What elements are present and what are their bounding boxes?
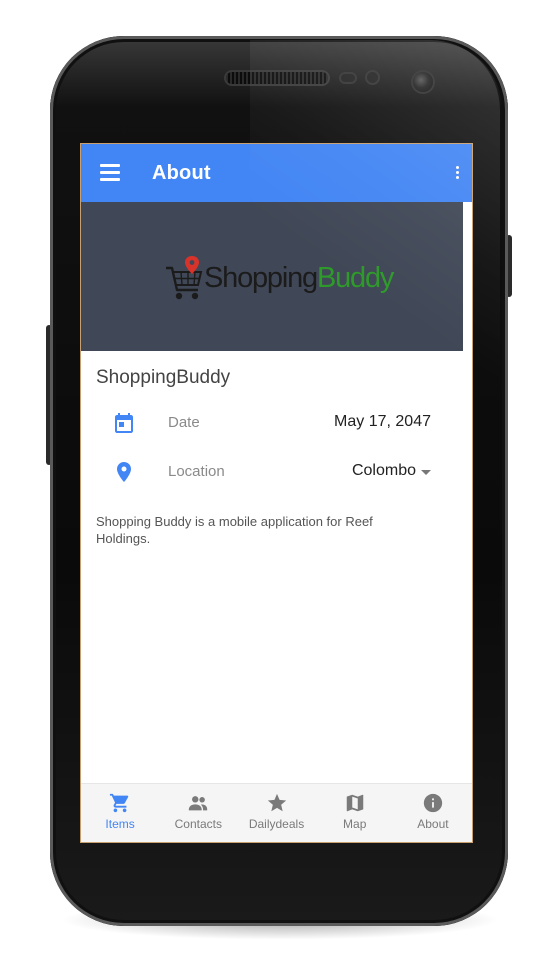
nav-label: Dailydeals xyxy=(248,817,305,831)
nav-label: About xyxy=(417,817,449,831)
nav-item-items[interactable]: Items xyxy=(81,784,159,842)
more-vert-icon[interactable] xyxy=(456,166,460,180)
item-description: Shopping Buddy is a mobile application f… xyxy=(96,514,373,546)
nav-label: Contacts xyxy=(174,817,222,831)
calendar-icon xyxy=(115,413,133,433)
bottom-navigation: Items Contacts Dailydeals Map About xyxy=(81,783,472,842)
location-row: Location Colombo xyxy=(81,457,472,487)
nav-item-about[interactable]: About xyxy=(394,784,472,842)
date-value[interactable]: May 17, 2047 xyxy=(334,413,431,431)
earpiece-speaker xyxy=(226,72,328,84)
nav-item-contacts[interactable]: Contacts xyxy=(159,784,237,842)
info-icon xyxy=(423,793,443,813)
logo-word-shopping: Shopping xyxy=(204,262,318,294)
proximity-sensor xyxy=(341,74,355,82)
light-sensor xyxy=(367,72,378,83)
app-screen: About ShoppingBuddy ShoppingBuddy Date M… xyxy=(80,143,473,843)
nav-label: Items xyxy=(105,817,135,831)
page-title: About xyxy=(152,162,211,184)
location-label: Location xyxy=(168,463,225,480)
nav-item-map[interactable]: Map xyxy=(316,784,394,842)
shopping-buddy-logo: ShoppingBuddy xyxy=(164,254,394,304)
app-bar: About xyxy=(81,144,472,202)
nav-item-dailydeals[interactable]: Dailydeals xyxy=(237,784,315,842)
menu-icon[interactable] xyxy=(100,164,120,182)
date-label: Date xyxy=(168,414,200,431)
date-row: Date May 17, 2047 xyxy=(81,408,472,438)
phone-mockup: About ShoppingBuddy ShoppingBuddy Date M… xyxy=(0,0,557,960)
location-pin-icon xyxy=(117,462,131,482)
contacts-icon xyxy=(189,796,208,811)
item-title: ShoppingBuddy xyxy=(96,367,231,388)
star-icon xyxy=(267,793,286,812)
front-camera xyxy=(413,72,433,92)
logo-wordmark: ShoppingBuddy xyxy=(204,262,394,295)
location-dropdown[interactable]: Colombo xyxy=(352,462,416,480)
nav-label: Map xyxy=(343,817,367,831)
banner-image: ShoppingBuddy xyxy=(81,202,463,351)
logo-word-buddy: Buddy xyxy=(316,262,394,294)
map-icon xyxy=(346,794,363,812)
chevron-down-icon[interactable] xyxy=(421,470,431,475)
shopping-cart-pin-icon xyxy=(166,256,203,300)
cart-icon xyxy=(110,793,129,813)
